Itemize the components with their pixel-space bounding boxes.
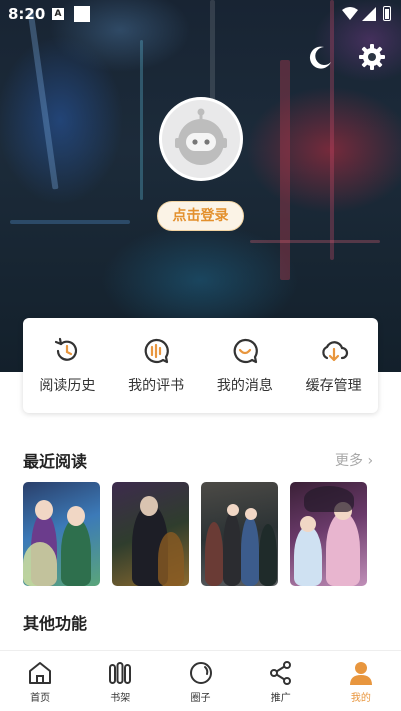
recent-covers-list <box>23 482 379 586</box>
signal-icon <box>362 7 376 21</box>
notification-badge-icon: A <box>52 8 64 20</box>
comic-cover-4[interactable] <box>290 482 367 586</box>
nav-promote[interactable]: 推广 <box>241 651 321 711</box>
nav-label: 首页 <box>30 693 51 704</box>
quick-action-reading-history[interactable]: 阅读历史 <box>23 318 112 413</box>
other-functions-title: 其他功能 <box>23 614 88 633</box>
avatar[interactable] <box>159 97 243 181</box>
profile-header-background <box>0 0 401 372</box>
quick-actions-card: 阅读历史 我的评书 我的消息 缓存管理 <box>23 318 378 413</box>
wifi-icon <box>342 7 358 20</box>
comic-cover-1[interactable] <box>23 482 100 586</box>
message-icon <box>233 338 258 364</box>
nav-label: 圈子 <box>190 693 211 704</box>
quick-action-label: 缓存管理 <box>305 378 362 394</box>
cloud-cache-icon <box>322 341 348 362</box>
comment-icon <box>144 338 169 364</box>
quick-action-label: 我的消息 <box>216 378 273 394</box>
nav-label: 推广 <box>270 693 291 704</box>
bookshelf-icon <box>109 662 132 684</box>
bottom-nav: 首页 书架 圈子 推广 我的 <box>0 650 401 711</box>
more-link[interactable]: 更多 › <box>335 450 373 470</box>
home-icon <box>29 662 52 684</box>
quick-action-my-messages[interactable]: 我的消息 <box>201 318 290 413</box>
share-icon <box>269 661 291 685</box>
recent-reading-title: 最近阅读 <box>23 452 88 471</box>
comic-cover-2[interactable] <box>112 482 189 586</box>
nav-label: 我的 <box>350 693 371 704</box>
history-icon <box>55 337 78 361</box>
battery-icon <box>383 6 391 21</box>
nav-bookshelf[interactable]: 书架 <box>80 651 160 711</box>
status-time: 8:20 <box>8 5 46 23</box>
status-bar: 8:20 A <box>0 0 401 30</box>
login-button[interactable]: 点击登录 <box>157 201 244 231</box>
quick-action-my-reviews[interactable]: 我的评书 <box>112 318 201 413</box>
nav-circle[interactable]: 圈子 <box>160 651 240 711</box>
comic-cover-3[interactable] <box>201 482 278 586</box>
default-avatar-robot-icon <box>175 108 227 165</box>
nav-label: 书架 <box>110 693 131 704</box>
notification-square-icon <box>74 6 90 22</box>
nav-mine[interactable]: 我的 <box>321 651 401 711</box>
quick-action-cache-management[interactable]: 缓存管理 <box>289 318 378 413</box>
quick-action-label: 阅读历史 <box>39 378 96 394</box>
quick-action-label: 我的评书 <box>128 378 185 394</box>
nav-home[interactable]: 首页 <box>0 651 80 711</box>
profile-icon <box>349 662 372 685</box>
night-mode-icon[interactable] <box>306 43 334 71</box>
circle-icon <box>189 662 212 684</box>
settings-gear-icon[interactable] <box>358 43 386 71</box>
